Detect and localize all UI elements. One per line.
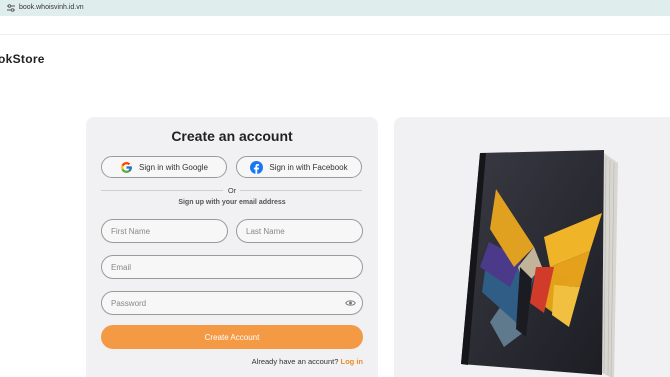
- create-account-button[interactable]: Create Account: [101, 325, 363, 349]
- divider-left: [101, 190, 223, 191]
- first-name-input[interactable]: [101, 219, 228, 243]
- login-prompt-text: Already have an account?: [251, 357, 339, 366]
- url-text[interactable]: book.whoisvinh.id.vn: [19, 2, 84, 14]
- browser-url-bar[interactable]: book.whoisvinh.id.vn: [0, 0, 670, 16]
- email-input[interactable]: [101, 255, 363, 279]
- facebook-icon: [250, 160, 264, 174]
- tune-icon[interactable]: [6, 3, 16, 13]
- divider-right: [240, 190, 362, 191]
- login-prompt-row: Already have an account? Log in: [101, 357, 363, 366]
- header-divider: [0, 34, 670, 35]
- facebook-signin-button[interactable]: Sign in with Facebook: [236, 156, 362, 178]
- book-cover-illustration: [461, 150, 618, 377]
- facebook-signin-label: Sign in with Facebook: [269, 162, 348, 172]
- book-image-panel: [394, 117, 670, 377]
- password-input[interactable]: [101, 291, 363, 315]
- google-signin-button[interactable]: Sign in with Google: [101, 156, 227, 178]
- email-signup-subtext: Sign up with your email address: [178, 199, 286, 206]
- eye-icon[interactable]: [345, 298, 356, 308]
- login-link[interactable]: Log in: [341, 357, 364, 366]
- google-signin-label: Sign in with Google: [139, 162, 208, 172]
- or-separator: Or: [227, 186, 237, 195]
- site-logo[interactable]: okStore: [0, 52, 45, 66]
- last-name-input[interactable]: [236, 219, 363, 243]
- google-icon: [121, 161, 132, 173]
